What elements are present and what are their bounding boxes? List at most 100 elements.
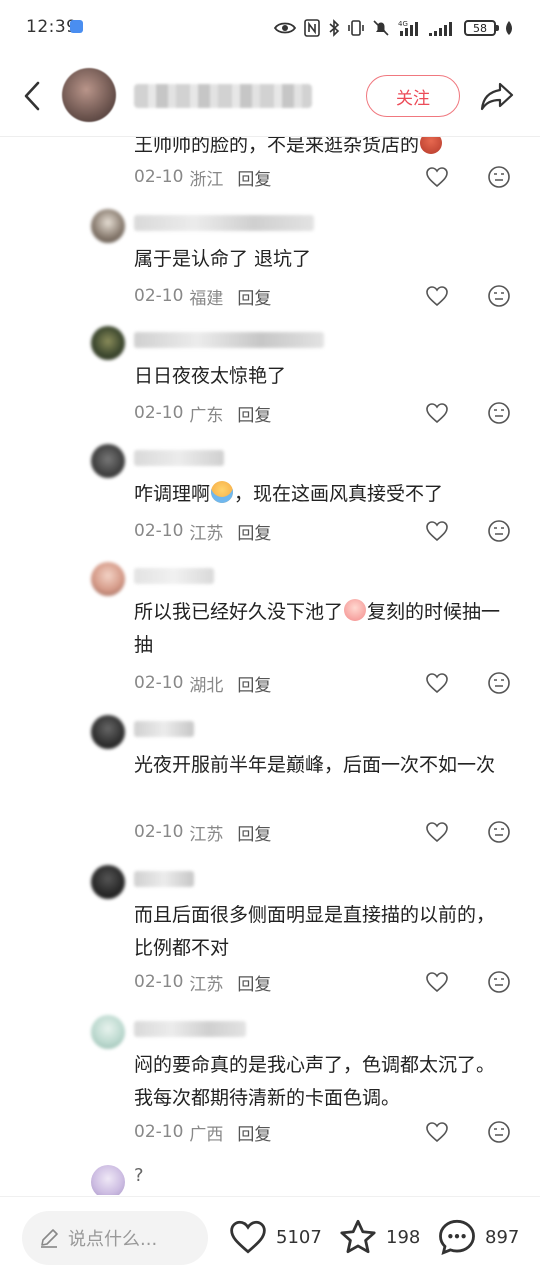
comment-meta: 02-10 福建 回复	[134, 281, 271, 311]
reply-button[interactable]: 回复	[237, 165, 271, 190]
star-button[interactable]: 198	[338, 1217, 420, 1257]
comment-date: 02-10	[134, 822, 184, 842]
reply-button[interactable]: 回复	[237, 1120, 271, 1145]
heart-icon[interactable]	[425, 284, 449, 308]
share-button[interactable]	[476, 76, 518, 116]
comment-text: 所以我已经好久没下池了 复刻的时候抽一抽	[134, 596, 512, 662]
commenter-avatar[interactable]	[91, 209, 125, 243]
comment-date: 02-10	[134, 403, 184, 423]
dislike-face-icon[interactable]	[487, 519, 511, 543]
svg-text:4G: 4G	[398, 20, 408, 28]
commenter-avatar[interactable]	[91, 715, 125, 749]
commenter-avatar[interactable]	[91, 865, 125, 899]
dislike-face-icon[interactable]	[487, 970, 511, 994]
heart-icon[interactable]	[425, 519, 449, 543]
comment-date: 02-10	[134, 972, 184, 992]
dislike-face-icon[interactable]	[487, 820, 511, 844]
comment-text: 而且后面很多侧面明显是直接描的以前的，比例都不对	[134, 904, 496, 959]
nfc-icon	[304, 19, 320, 37]
heart-icon[interactable]	[425, 970, 449, 994]
star-icon	[340, 1219, 376, 1254]
comment-meta: 02-10 广东 回复	[134, 398, 271, 428]
comment-meta: 02-10 湖北 回复	[134, 668, 271, 698]
battery-indicator: 58	[464, 20, 499, 36]
reply-button[interactable]: 回复	[237, 820, 271, 845]
dislike-face-icon[interactable]	[487, 671, 511, 695]
post-header: 关注	[0, 56, 540, 137]
comment-item: ?	[0, 1163, 540, 1195]
comment-input[interactable]: 说点什么...	[22, 1211, 208, 1265]
comment-button[interactable]: 897	[437, 1217, 519, 1257]
comment-meta: 02-10 江苏 回复	[134, 817, 271, 847]
comment-meta: 02-10 浙江 回复	[134, 162, 271, 192]
like-count: 5107	[276, 1226, 322, 1248]
dislike-face-icon[interactable]	[487, 1120, 511, 1144]
comment-text: 日日夜夜太惊艳了	[134, 365, 287, 387]
heart-icon[interactable]	[425, 671, 449, 695]
commenter-name[interactable]	[134, 332, 324, 348]
chevron-left-icon	[24, 81, 40, 111]
comment-list: 王帅帅的脸的，不是来逛杂货店的 02-10 浙江 回复 属于是认命了 退坑了 0…	[0, 137, 540, 1195]
commenter-avatar[interactable]	[91, 1015, 125, 1049]
pencil-icon	[38, 1227, 60, 1249]
bluetooth-icon	[328, 19, 340, 37]
comment-item: 光夜开服前半年是巅峰，后面一次不如一次 02-10 江苏 回复	[0, 713, 540, 863]
back-button[interactable]	[14, 76, 50, 116]
comment-location: 浙江	[189, 169, 224, 190]
comment-meta: 02-10 江苏 回复	[134, 967, 271, 997]
commenter-name[interactable]	[134, 215, 314, 231]
heart-icon[interactable]	[425, 1120, 449, 1144]
comment-meta: 02-10 广西 回复	[134, 1117, 271, 1147]
crying-emoji-icon	[211, 481, 234, 503]
comment-item: 日日夜夜太惊艳了 02-10 广东 回复	[0, 324, 540, 439]
heart-icon[interactable]	[425, 820, 449, 844]
comment-text: 闷的要命真的是我心声了，色调都太沉了。我每次都期待清新的卡面色调。	[134, 1054, 496, 1109]
commenter-avatar[interactable]	[91, 562, 125, 596]
commenter-name[interactable]: ?	[134, 1165, 144, 1186]
comment-text: 属于是认命了 退坑了	[134, 248, 312, 270]
reply-button[interactable]: 回复	[237, 970, 271, 995]
commenter-name[interactable]	[134, 568, 214, 584]
follow-button[interactable]: 关注	[366, 75, 460, 117]
comment-text-body: 咋调理啊	[134, 483, 211, 505]
comment-text-body: 王帅帅的脸的，不是来逛杂货店的	[134, 137, 420, 156]
comment-date: 02-10	[134, 286, 184, 306]
author-avatar[interactable]	[62, 68, 116, 122]
bottom-action-bar: 说点什么... 5107 198 897	[0, 1196, 540, 1281]
comment-date: 02-10	[134, 673, 184, 693]
commenter-name[interactable]	[134, 721, 194, 737]
comment-item: 咋调理啊 ，现在这画风真接受不了 02-10 江苏 回复	[0, 442, 540, 557]
author-name[interactable]	[134, 84, 312, 108]
commenter-name[interactable]	[134, 871, 194, 887]
comment-location: 福建	[189, 288, 224, 309]
power-save-icon	[504, 20, 514, 36]
vibrate-icon	[348, 19, 364, 37]
comment-input-placeholder: 说点什么...	[68, 1229, 158, 1250]
status-bar: 12:39 4G 58	[0, 0, 540, 56]
commenter-name[interactable]	[134, 1021, 246, 1037]
like-button[interactable]: 5107	[228, 1217, 322, 1257]
reply-button[interactable]: 回复	[237, 284, 271, 309]
comment-location: 广西	[189, 1124, 224, 1145]
commenter-name[interactable]	[134, 450, 224, 466]
comment-item: 王帅帅的脸的，不是来逛杂货店的 02-10 浙江 回复	[0, 137, 540, 209]
comment-item: 属于是认命了 退坑了 02-10 福建 回复	[0, 207, 540, 322]
commenter-avatar[interactable]	[91, 1165, 125, 1195]
heart-icon[interactable]	[425, 401, 449, 425]
comment-item: 而且后面很多侧面明显是直接描的以前的，比例都不对 02-10 江苏 回复	[0, 863, 540, 1013]
dislike-face-icon[interactable]	[487, 165, 511, 189]
commenter-avatar[interactable]	[91, 444, 125, 478]
share-icon	[480, 82, 514, 111]
reply-button[interactable]: 回复	[237, 671, 271, 696]
star-count: 198	[386, 1226, 421, 1248]
reply-button[interactable]: 回复	[237, 519, 271, 544]
comment-text: 咋调理啊 ，现在这画风真接受不了	[134, 478, 512, 511]
dislike-face-icon[interactable]	[487, 401, 511, 425]
comment-text: 光夜开服前半年是巅峰，后面一次不如一次	[134, 754, 496, 776]
commenter-avatar[interactable]	[91, 326, 125, 360]
eye-icon	[274, 21, 296, 35]
reply-button[interactable]: 回复	[237, 401, 271, 426]
heart-icon[interactable]	[425, 165, 449, 189]
dislike-face-icon[interactable]	[487, 284, 511, 308]
comment-text-body: 所以我已经好久没下池了	[134, 601, 344, 623]
